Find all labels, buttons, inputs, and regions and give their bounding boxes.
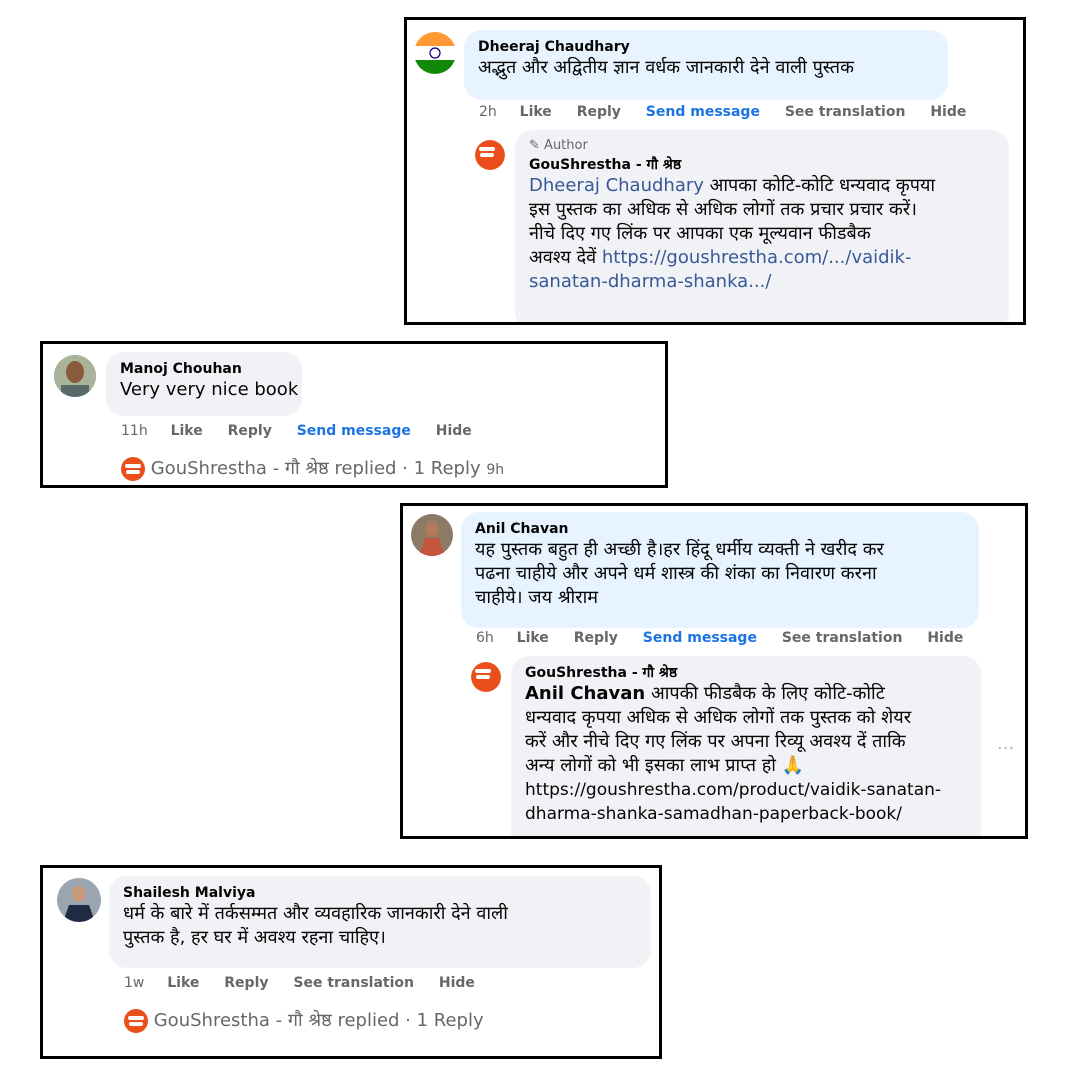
comment-actions: 6h Like Reply Send message See translati…	[476, 630, 983, 646]
goushrestha-logo-icon	[121, 457, 145, 481]
mention-link[interactable]: Dheeraj Chaudhary	[529, 175, 704, 196]
comment-card-anil: Anil Chavan यह पुस्तक बहुत ही अच्छी है।ह…	[400, 503, 1028, 839]
comment-text: अद्भुत और अद्वितीय ज्ञान वर्धक जानकारी द…	[478, 57, 854, 78]
comment-bubble: Dheeraj Chaudhary अद्भुत और अद्वितीय ज्ञ…	[464, 30, 948, 100]
url-text[interactable]: dharma-shanka-samadhan-paperback-book/	[525, 802, 967, 826]
comment-text-line: पुस्तक है, हर घर में अवश्य रहना चाहिए।	[123, 927, 386, 948]
url-link[interactable]: https://goushrestha.com/.../vaidik-	[602, 247, 912, 268]
more-options-icon[interactable]: ···	[997, 738, 1014, 759]
comment-time[interactable]: 6h	[476, 630, 494, 646]
goushrestha-logo-icon[interactable]	[471, 662, 501, 692]
reply-text-line: नीचे दिए गए लिंक पर आपका एक मूल्यवान फीड…	[529, 223, 871, 244]
comment-bubble: Shailesh Malviya धर्म के बारे में तर्कसम…	[109, 876, 651, 968]
reply-bubble: ✎ Author GouShrestha - गौ श्रेष्ठ Dheera…	[515, 130, 1009, 322]
send-message-button[interactable]: Send message	[646, 104, 760, 120]
comment-actions: 11h Like Reply Send message Hide	[121, 423, 492, 439]
hide-button[interactable]: Hide	[436, 423, 472, 439]
comment-actions: 2h Like Reply Send message See translati…	[479, 104, 986, 120]
reply-author-name[interactable]: GouShrestha - गौ श्रेष्ठ	[525, 664, 967, 682]
reply-text-line: करें और नीचे दिए गए लिंक पर अपना रिव्यू …	[525, 731, 906, 752]
avatar[interactable]	[54, 355, 96, 397]
comment-bubble: Manoj Chouhan Very very nice book	[106, 352, 302, 416]
hide-button[interactable]: Hide	[439, 975, 475, 991]
hide-button[interactable]: Hide	[927, 630, 963, 646]
comment-time[interactable]: 1w	[124, 975, 144, 991]
reply-bubble: GouShrestha - गौ श्रेष्ठ Anil Chavan आपक…	[511, 656, 981, 836]
comment-text-line: धर्म के बारे में तर्कसम्मत और व्यवहारिक …	[123, 903, 508, 924]
comment-time[interactable]: 11h	[121, 423, 148, 439]
author-badge: ✎ Author	[529, 138, 588, 153]
reply-button[interactable]: Reply	[577, 104, 621, 120]
comment-time[interactable]: 2h	[479, 104, 497, 120]
view-replies-link[interactable]: GouShrestha - गौ श्रेष्ठ replied · 1 Rep…	[121, 456, 504, 481]
reply-text: Anil Chavan आपकी फीडबैक के लिए कोटि-कोटि	[525, 683, 885, 704]
reply-text-line: धन्यवाद कृपया अधिक से अधिक लोगों तक पुस्…	[525, 707, 912, 728]
url-link[interactable]: sanatan-dharma-shanka.../	[529, 270, 995, 294]
commenter-name[interactable]: Manoj Chouhan	[120, 360, 288, 378]
see-translation-button[interactable]: See translation	[782, 630, 903, 646]
replier-name: GouShrestha - गौ श्रेष्ठ	[153, 1010, 332, 1031]
comment-text: Very very nice book	[120, 379, 299, 400]
comment-actions: 1w Like Reply See translation Hide	[124, 975, 495, 991]
commenter-name[interactable]: Anil Chavan	[475, 520, 965, 538]
reply-text-line: अन्य लोगों को भी इसका लाभ प्राप्त हो 🙏	[525, 755, 805, 776]
avatar[interactable]	[57, 878, 101, 922]
pencil-icon: ✎	[529, 138, 540, 153]
send-message-button[interactable]: Send message	[643, 630, 757, 646]
goushrestha-logo-icon	[124, 1009, 148, 1033]
see-translation-button[interactable]: See translation	[785, 104, 906, 120]
comment-text-line: यह पुस्तक बहुत ही अच्छी है।हर हिंदू धर्म…	[475, 539, 884, 560]
reply-button[interactable]: Reply	[574, 630, 618, 646]
hide-button[interactable]: Hide	[930, 104, 966, 120]
reply-author-name[interactable]: GouShrestha - गौ श्रेष्ठ	[529, 156, 995, 174]
replies-count: replied · 1 Reply	[334, 458, 481, 479]
comment-bubble: Anil Chavan यह पुस्तक बहुत ही अच्छी है।ह…	[461, 512, 979, 628]
comment-text-line: चाहीये। जय श्रीराम	[475, 587, 599, 608]
comment-text-line: पढना चाहीये और अपने धर्म शास्त्र की शंका…	[475, 563, 877, 584]
comment-card-shailesh: Shailesh Malviya धर्म के बारे में तर्कसम…	[40, 865, 662, 1059]
reply-time: 9h	[486, 462, 505, 478]
view-replies-link[interactable]: GouShrestha - गौ श्रेष्ठ replied · 1 Rep…	[124, 1008, 484, 1033]
avatar-india-flag-icon[interactable]	[414, 32, 456, 74]
goushrestha-logo-icon[interactable]	[475, 140, 505, 170]
replies-count: replied · 1 Reply	[337, 1010, 484, 1031]
replier-name: GouShrestha - गौ श्रेष्ठ	[150, 458, 329, 479]
mention-link[interactable]: Anil Chavan	[525, 683, 645, 704]
avatar[interactable]	[411, 514, 453, 556]
url-text[interactable]: https://goushrestha.com/product/vaidik-s…	[525, 778, 967, 802]
like-button[interactable]: Like	[167, 975, 199, 991]
like-button[interactable]: Like	[517, 630, 549, 646]
like-button[interactable]: Like	[520, 104, 552, 120]
reply-text-line: अवश्य देवें https://goushrestha.com/.../…	[529, 247, 912, 268]
reply-button[interactable]: Reply	[228, 423, 272, 439]
like-button[interactable]: Like	[171, 423, 203, 439]
send-message-button[interactable]: Send message	[297, 423, 411, 439]
comment-card-dheeraj: Dheeraj Chaudhary अद्भुत और अद्वितीय ज्ञ…	[404, 17, 1026, 325]
see-translation-button[interactable]: See translation	[293, 975, 414, 991]
reply-text: Dheeraj Chaudhary आपका कोटि-कोटि धन्यवाद…	[529, 175, 936, 196]
comment-card-manoj: Manoj Chouhan Very very nice book 11h Li…	[40, 341, 668, 488]
reply-button[interactable]: Reply	[224, 975, 268, 991]
commenter-name[interactable]: Dheeraj Chaudhary	[478, 38, 934, 56]
commenter-name[interactable]: Shailesh Malviya	[123, 884, 637, 902]
reply-text-line: इस पुस्तक का अधिक से अधिक लोगों तक प्रचा…	[529, 199, 917, 220]
